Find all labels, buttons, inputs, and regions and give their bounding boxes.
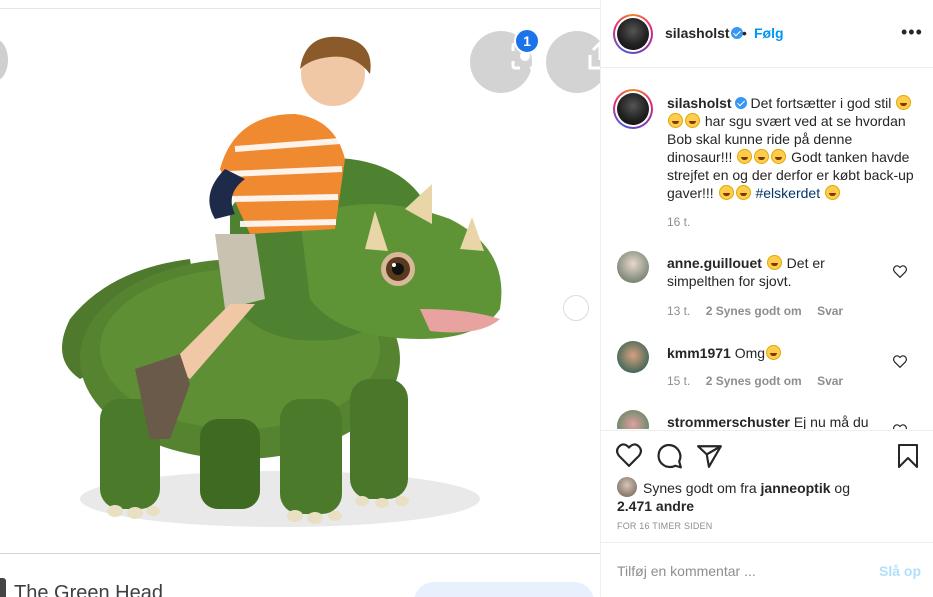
reply-button[interactable]: Svar [817, 304, 843, 318]
commenter-username[interactable]: strommerschuster [667, 414, 790, 429]
comment-bubble-icon[interactable] [657, 443, 683, 469]
next-image-button[interactable] [563, 295, 589, 321]
visit-button[interactable] [414, 582, 594, 597]
bookmark-icon[interactable] [897, 443, 919, 469]
verified-icon [734, 97, 747, 109]
liker-avatar[interactable] [617, 477, 637, 497]
comment-time: 15 t. [667, 374, 691, 388]
commenter-avatar[interactable] [617, 410, 649, 429]
heart-icon[interactable] [893, 265, 907, 278]
laughing-emoji-icon [754, 149, 770, 164]
google-lens-button[interactable]: 1 [470, 28, 540, 93]
likes-summary: Synes godt om fra janneoptik og 2.471 an… [617, 477, 917, 515]
rofl-emoji-icon [766, 255, 782, 270]
follow-button[interactable]: Følg [754, 25, 784, 41]
laughing-emoji-icon [824, 185, 840, 200]
comment-likes[interactable]: 2 Synes godt om [706, 304, 802, 318]
laughing-emoji-icon [896, 95, 912, 110]
instagram-post-modal: 1 The Green Head silasholst • Følg ••• s… [0, 0, 933, 597]
heart-icon[interactable] [893, 355, 907, 368]
post-header: silasholst • Følg ••• [601, 0, 933, 68]
comment-text: strommerschuster Ej nu må du [667, 413, 882, 429]
avatar[interactable] [613, 14, 653, 54]
laughing-emoji-icon [718, 185, 734, 200]
liker-username[interactable]: janneoptik [761, 480, 831, 496]
comment-body: Ej nu må du [793, 414, 869, 429]
laughing-emoji-icon [735, 185, 751, 200]
more-options-icon[interactable]: ••• [901, 22, 923, 43]
source-row: The Green Head [0, 574, 600, 597]
post-side-panel: silasholst • Følg ••• silasholst Det for… [600, 0, 933, 597]
heart-icon[interactable] [893, 424, 907, 429]
post-caption: silasholst Det fortsætter i god stil har… [667, 94, 917, 202]
caption-time: 16 t. [667, 215, 691, 229]
commenter-avatar[interactable] [617, 341, 649, 373]
add-comment-bar: Tilføj en kommentar ... Slå op [601, 542, 933, 597]
commenter-username[interactable]: kmm1971 [667, 345, 731, 361]
comment-item: anne.guillouet Det er simpelthen for sjo… [601, 251, 933, 321]
comment-text: anne.guillouet Det er simpelthen for sjo… [667, 254, 882, 290]
post-timestamp[interactable]: FOR 16 TIMER SIDEN [617, 521, 712, 531]
share-icon [588, 41, 600, 70]
laughing-emoji-icon [668, 113, 683, 128]
comment-time: 13 t. [667, 304, 691, 318]
post-actions: Synes godt om fra janneoptik og 2.471 an… [601, 430, 933, 542]
separator-dot: • [742, 25, 747, 41]
likes-count[interactable]: 2.471 andre [617, 498, 694, 514]
prev-arrow-button[interactable] [0, 39, 8, 81]
comment-text: kmm1971 Omg [667, 344, 882, 362]
rofl-emoji-icon [766, 345, 782, 360]
commenter-avatar[interactable] [617, 251, 649, 283]
lens-count-badge: 1 [514, 28, 540, 54]
comment-item: strommerschuster Ej nu må du [601, 410, 933, 429]
comment-meta: 13 t. 2 Synes godt om Svar [667, 304, 855, 318]
hashtag-link[interactable]: #elskerdet [755, 185, 820, 201]
media-panel: 1 The Green Head [0, 0, 600, 597]
dinosaur-ride-on-photo [62, 36, 502, 527]
like-heart-icon[interactable] [616, 443, 642, 467]
reply-button[interactable]: Svar [817, 374, 843, 388]
source-title[interactable]: The Green Head [14, 582, 163, 597]
caption-text-1: Det fortsætter i god stil [750, 95, 892, 111]
laughing-emoji-icon [685, 113, 700, 128]
comment-body: Omg [734, 345, 766, 361]
comments-list[interactable]: silasholst Det fortsætter i god stil har… [601, 69, 933, 429]
source-favicon-icon [0, 578, 6, 597]
comment-item: kmm1971 Omg 15 t. 2 Synes godt om Svar [601, 341, 933, 411]
caption-avatar[interactable] [613, 89, 653, 129]
caption-username[interactable]: silasholst [667, 95, 732, 111]
post-image-frame: 1 [0, 8, 600, 554]
laughing-emoji-icon [737, 149, 753, 164]
send-direct-icon[interactable] [697, 443, 723, 469]
share-button[interactable] [546, 31, 600, 93]
likes-connector: og [834, 480, 850, 496]
laughing-emoji-icon [771, 149, 787, 164]
author-username[interactable]: silasholst [665, 25, 730, 41]
comment-meta: 15 t. 2 Synes godt om Svar [667, 374, 855, 388]
post-comment-button[interactable]: Slå op [879, 563, 921, 579]
likes-prefix: Synes godt om fra [643, 480, 757, 496]
comment-likes[interactable]: 2 Synes godt om [706, 374, 802, 388]
commenter-username[interactable]: anne.guillouet [667, 255, 762, 271]
comment-input[interactable]: Tilføj en kommentar ... [617, 563, 756, 579]
